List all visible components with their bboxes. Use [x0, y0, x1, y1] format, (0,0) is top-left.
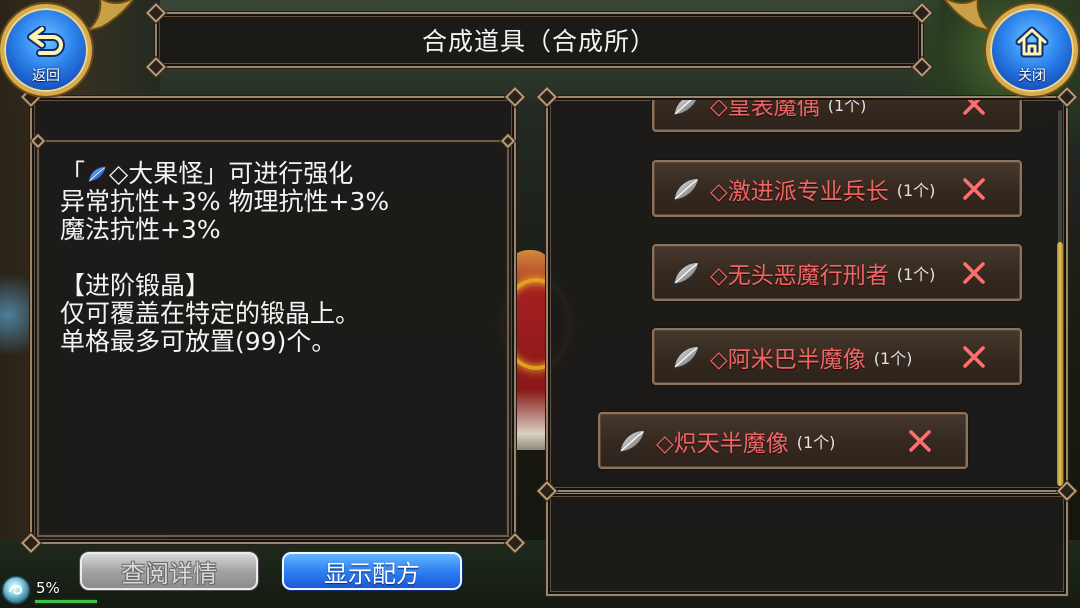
target-open-bracket: 「	[60, 159, 86, 188]
close-button[interactable]: 关闭	[986, 4, 1078, 96]
material-name: ◇激进派专业兵长	[710, 178, 889, 205]
material-name: ◇炽天半魔像	[656, 430, 789, 457]
detail-target-line: 「 ◇大果怪 」可进行强化	[60, 160, 490, 188]
material-count: (1个)	[796, 432, 836, 452]
remove-x-icon[interactable]	[960, 100, 988, 118]
back-arrow-icon	[26, 25, 66, 62]
blue-feather-icon	[86, 163, 108, 185]
detail-stat-line: 魔法抗性+3%	[60, 215, 221, 244]
material-name: ◇皇表魔偶	[710, 100, 820, 120]
gray-feather-icon	[670, 343, 702, 371]
frame-ornament	[500, 133, 516, 149]
material-list[interactable]: ◇皇表魔偶 (1个) ◇激进派专业兵长 (1个) ◇无头恶魔行刑者 (1个) ◇…	[550, 100, 1054, 488]
gold-wing-ornament	[83, 0, 135, 33]
list-scrollbar-thumb[interactable]	[1057, 241, 1063, 486]
gray-feather-icon	[670, 259, 702, 287]
remove-x-icon[interactable]	[960, 259, 988, 287]
back-label: 返回	[32, 68, 60, 84]
material-item[interactable]: ◇无头恶魔行刑者 (1个)	[652, 244, 1022, 301]
material-item[interactable]: ◇炽天半魔像 (1个)	[598, 412, 968, 469]
material-count: (1个)	[896, 180, 936, 200]
material-name: ◇阿米巴半魔像	[710, 346, 866, 373]
material-count: (1个)	[896, 264, 936, 284]
view-details-button[interactable]: 查阅详情	[80, 552, 258, 590]
target-name: ◇大果怪	[109, 159, 204, 188]
gray-feather-icon	[670, 100, 702, 118]
gray-feather-icon	[670, 175, 702, 203]
detail-text: 「 ◇大果怪 」可进行强化 异常抗性+3% 物理抗性+3% 魔法抗性+3% 【进…	[60, 160, 490, 356]
gray-feather-icon	[616, 427, 648, 455]
detail-section-title: 【进阶锻晶】	[60, 271, 211, 300]
material-count: (1个)	[873, 348, 913, 368]
gold-wing-ornament	[943, 0, 995, 33]
detail-spacer	[60, 244, 490, 272]
target-suffix: 」可进行强化	[203, 159, 354, 188]
detail-note-line: 仅可覆盖在特定的锻晶上。	[60, 299, 361, 328]
game-screen: 返回 关闭 合成道具（合成所） 「 ◇大果怪 」可进行强化 异常抗性+3% 物理…	[0, 0, 1080, 608]
back-button[interactable]: 返回	[0, 4, 92, 96]
frame-ornament	[30, 133, 46, 149]
close-label: 关闭	[1018, 68, 1046, 84]
home-icon	[1015, 26, 1049, 62]
material-count: (1个)	[827, 100, 867, 115]
status-progress-bar	[35, 600, 97, 603]
material-item[interactable]: ◇激进派专业兵长 (1个)	[652, 160, 1022, 217]
item-detail-panel: 「 ◇大果怪 」可进行强化 异常抗性+3% 物理抗性+3% 魔法抗性+3% 【进…	[21, 87, 525, 553]
remove-x-icon[interactable]	[960, 175, 988, 203]
remove-x-icon[interactable]	[960, 343, 988, 371]
material-name: ◇无头恶魔行刑者	[710, 262, 889, 289]
remove-x-icon[interactable]	[906, 427, 934, 455]
list-scrollbar[interactable]	[1057, 110, 1063, 486]
detail-stat-line: 异常抗性+3% 物理抗性+3%	[60, 187, 390, 216]
spirit-orb-icon[interactable]	[1, 575, 31, 605]
material-item[interactable]: ◇阿米巴半魔像 (1个)	[652, 328, 1022, 385]
status-percent: 5%	[36, 579, 60, 597]
show-recipe-button[interactable]: 显示配方	[282, 552, 462, 590]
title-bar: 合成道具（合成所）	[146, 3, 932, 77]
material-item[interactable]: ◇皇表魔偶 (1个)	[652, 100, 1022, 132]
detail-note-line: 单格最多可放置(99)个。	[60, 327, 337, 356]
bottom-info-panel	[546, 492, 1068, 596]
page-title: 合成道具（合成所）	[421, 27, 656, 56]
